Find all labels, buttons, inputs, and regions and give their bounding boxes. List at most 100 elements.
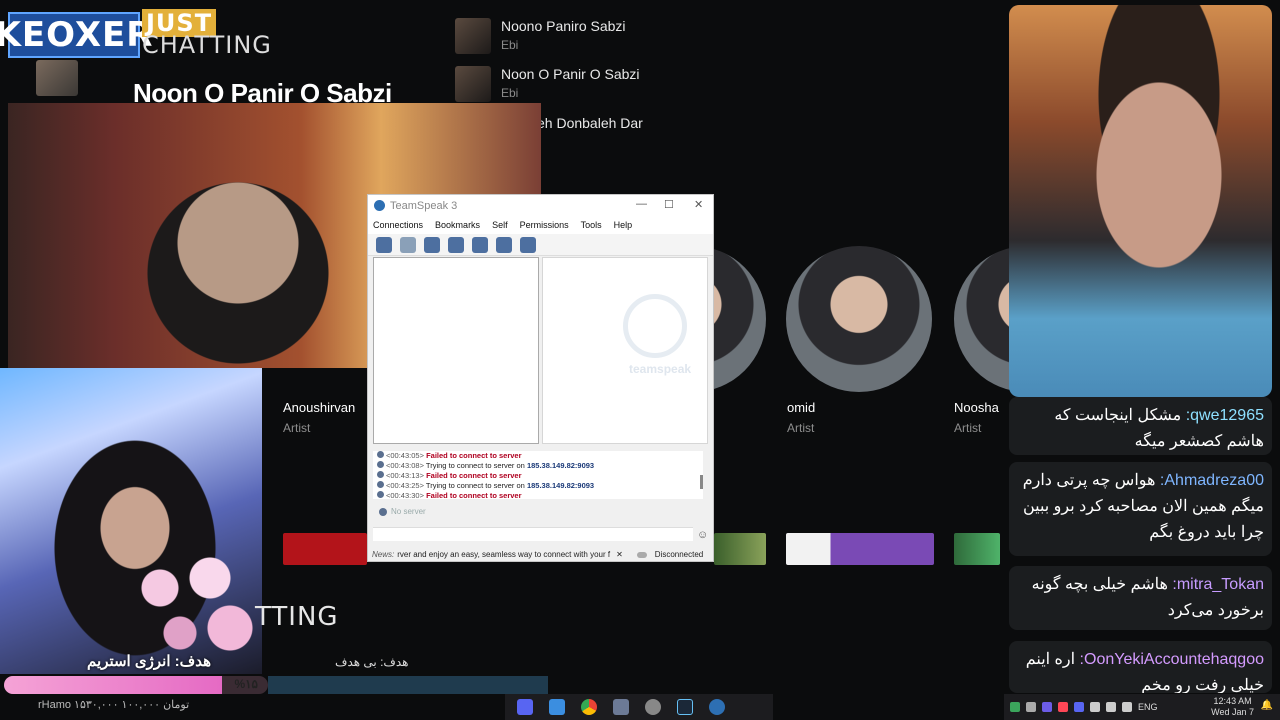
log-line: <00:43:05> Failed to connect to server	[373, 451, 703, 461]
artist-role: Artist	[787, 421, 815, 435]
log-scrollbar[interactable]	[700, 475, 703, 489]
thumbnail[interactable]	[283, 533, 367, 565]
taskbar	[505, 694, 773, 720]
away-icon[interactable]	[472, 236, 488, 253]
menu-bookmarks[interactable]: Bookmarks	[435, 220, 480, 230]
obs-icon[interactable]	[645, 699, 661, 715]
track-title: eh Donbaleh Dar	[537, 115, 643, 131]
teamspeak-icon[interactable]	[709, 699, 725, 715]
server-tab-label: No server	[391, 507, 426, 516]
files-icon[interactable]	[549, 699, 565, 715]
log-line: <00:43:30> Failed to connect to server	[373, 491, 703, 499]
toolbar	[368, 234, 713, 256]
chrome-icon[interactable]	[581, 699, 597, 715]
steam-icon[interactable]	[677, 699, 693, 715]
track-artist: Ebi	[501, 38, 519, 52]
tray-app-icon[interactable]	[1074, 702, 1084, 712]
chat-message: Ahmadreza00: هواس چه پرتی دارم میگم همین…	[1009, 462, 1272, 556]
close-button[interactable]: ✕	[694, 198, 703, 211]
artist-avatar[interactable]	[786, 246, 932, 392]
thumbnail[interactable]	[786, 533, 934, 565]
language-indicator[interactable]: ENG	[1138, 702, 1158, 712]
log-panel[interactable]: <00:43:05> Failed to connect to server <…	[373, 451, 703, 499]
disconnect-icon[interactable]	[400, 236, 416, 253]
playlist-item[interactable]: Noon O Panir O Sabzi Ebi	[455, 64, 715, 104]
chat-username[interactable]: qwe12965:	[1186, 407, 1264, 424]
tray-app-icon[interactable]	[1058, 702, 1068, 712]
connection-status: Disconnected	[654, 550, 704, 559]
playlist-item[interactable]: Noono Paniro Sabzi Ebi	[455, 16, 715, 56]
channel-tree[interactable]	[373, 257, 539, 444]
mute-speaker-icon[interactable]	[448, 236, 464, 253]
tray-app-icon[interactable]	[1026, 702, 1036, 712]
cloud-icon	[636, 551, 647, 558]
menu-help[interactable]: Help	[614, 220, 633, 230]
keoxer-logo: KEOXER	[0, 12, 152, 58]
chatting-label: CHATTING	[142, 31, 272, 59]
donation-ticker: rHamo ۱۵۳۰,۰۰۰ تومان ۱۰۰,۰۰۰	[38, 699, 190, 711]
clock-date: Wed Jan 7	[1211, 707, 1254, 717]
chatting-overlay: TTING	[255, 602, 339, 632]
menu-bar: Connections Bookmarks Self Permissions T…	[368, 216, 713, 234]
chat-username[interactable]: Ahmadreza00:	[1160, 472, 1264, 489]
server-tab[interactable]: No server	[373, 504, 433, 519]
chat-input[interactable]	[373, 527, 693, 541]
artist-name[interactable]: omid	[787, 400, 815, 415]
goal-label: هدف: انرژی استریم	[87, 653, 211, 670]
log-line: <00:43:13> Failed to connect to server	[373, 471, 703, 481]
contacts-icon[interactable]	[496, 236, 512, 253]
maximize-button[interactable]: ☐	[664, 198, 674, 211]
log-line: <00:43:08> Trying to connect to server o…	[373, 461, 703, 471]
system-tray: ENG 12:43 AM Wed Jan 7 🔔	[1004, 694, 1280, 720]
minimize-button[interactable]: —	[636, 198, 647, 210]
album-art	[455, 18, 491, 54]
album-art	[455, 66, 491, 102]
clock[interactable]: 12:43 AM Wed Jan 7	[1211, 696, 1254, 718]
menu-tools[interactable]: Tools	[581, 220, 602, 230]
watermark-text: teamspeak	[629, 362, 692, 376]
goal-percent: %۱۵	[234, 677, 258, 691]
tray-app-icon[interactable]	[1042, 702, 1052, 712]
emoji-icon[interactable]: ☺	[697, 529, 708, 541]
goal-progress-bar: %۱۵	[4, 676, 268, 694]
clock-time: 12:43 AM	[1213, 696, 1252, 706]
teamspeak-watermark-icon	[623, 294, 687, 358]
menu-connections[interactable]: Connections	[373, 220, 423, 230]
chat-message: OonYekiAccountehaqgoo: اره اینم خیلی رفت…	[1009, 641, 1272, 693]
thumbnail[interactable]	[714, 533, 766, 565]
close-news-icon[interactable]: ✕	[616, 550, 623, 559]
title-bar[interactable]: TeamSpeak 3 — ☐ ✕	[368, 195, 713, 216]
chat-username[interactable]: OonYekiAccountehaqgoo:	[1080, 651, 1264, 668]
whisper-icon[interactable]	[520, 236, 536, 253]
track-title: Noon O Panir O Sabzi	[501, 66, 640, 82]
window-title: TeamSpeak 3	[390, 199, 458, 212]
notification-bell-icon[interactable]: 🔔	[1261, 700, 1273, 711]
chat-username[interactable]: mitra_Tokan:	[1172, 576, 1264, 593]
teamspeak-window[interactable]: TeamSpeak 3 — ☐ ✕ Connections Bookmarks …	[367, 194, 714, 562]
tray-app-icon[interactable]	[1090, 702, 1100, 712]
volume-icon[interactable]	[1122, 702, 1132, 712]
flower-decoration	[130, 548, 260, 658]
just-chatting-label: JUST CHATTING	[142, 9, 272, 59]
discord-icon[interactable]	[517, 699, 533, 715]
thumbnail[interactable]	[954, 533, 1000, 565]
mute-microphone-icon[interactable]	[424, 236, 440, 253]
artist-name[interactable]: Noosha	[954, 400, 999, 415]
cursor-app-icon[interactable]	[613, 699, 629, 715]
menu-self[interactable]: Self	[492, 220, 508, 230]
track-title: Noono Paniro Sabzi	[501, 18, 626, 34]
server-status-icon	[379, 507, 387, 516]
connect-icon[interactable]	[376, 236, 392, 253]
chat-message: mitra_Tokan: هاشم خیلی بچه گونه برخورد م…	[1009, 566, 1272, 630]
menu-permissions[interactable]: Permissions	[520, 220, 569, 230]
artist-role: Artist	[954, 421, 982, 435]
artist-name[interactable]: Anoushirvan	[283, 400, 355, 415]
tray-app-icon[interactable]	[1010, 702, 1020, 712]
wifi-icon[interactable]	[1106, 702, 1116, 712]
track-artist: Ebi	[501, 86, 519, 100]
info-pane: teamspeak	[542, 257, 708, 444]
news-label: News:	[372, 550, 395, 559]
artist-role: Artist	[283, 421, 311, 435]
goal-label-secondary: هدف: بی هدف	[335, 655, 409, 669]
chat-message: qwe12965: مشکل اینجاست که هاشم کصشعر میگ…	[1009, 397, 1272, 455]
